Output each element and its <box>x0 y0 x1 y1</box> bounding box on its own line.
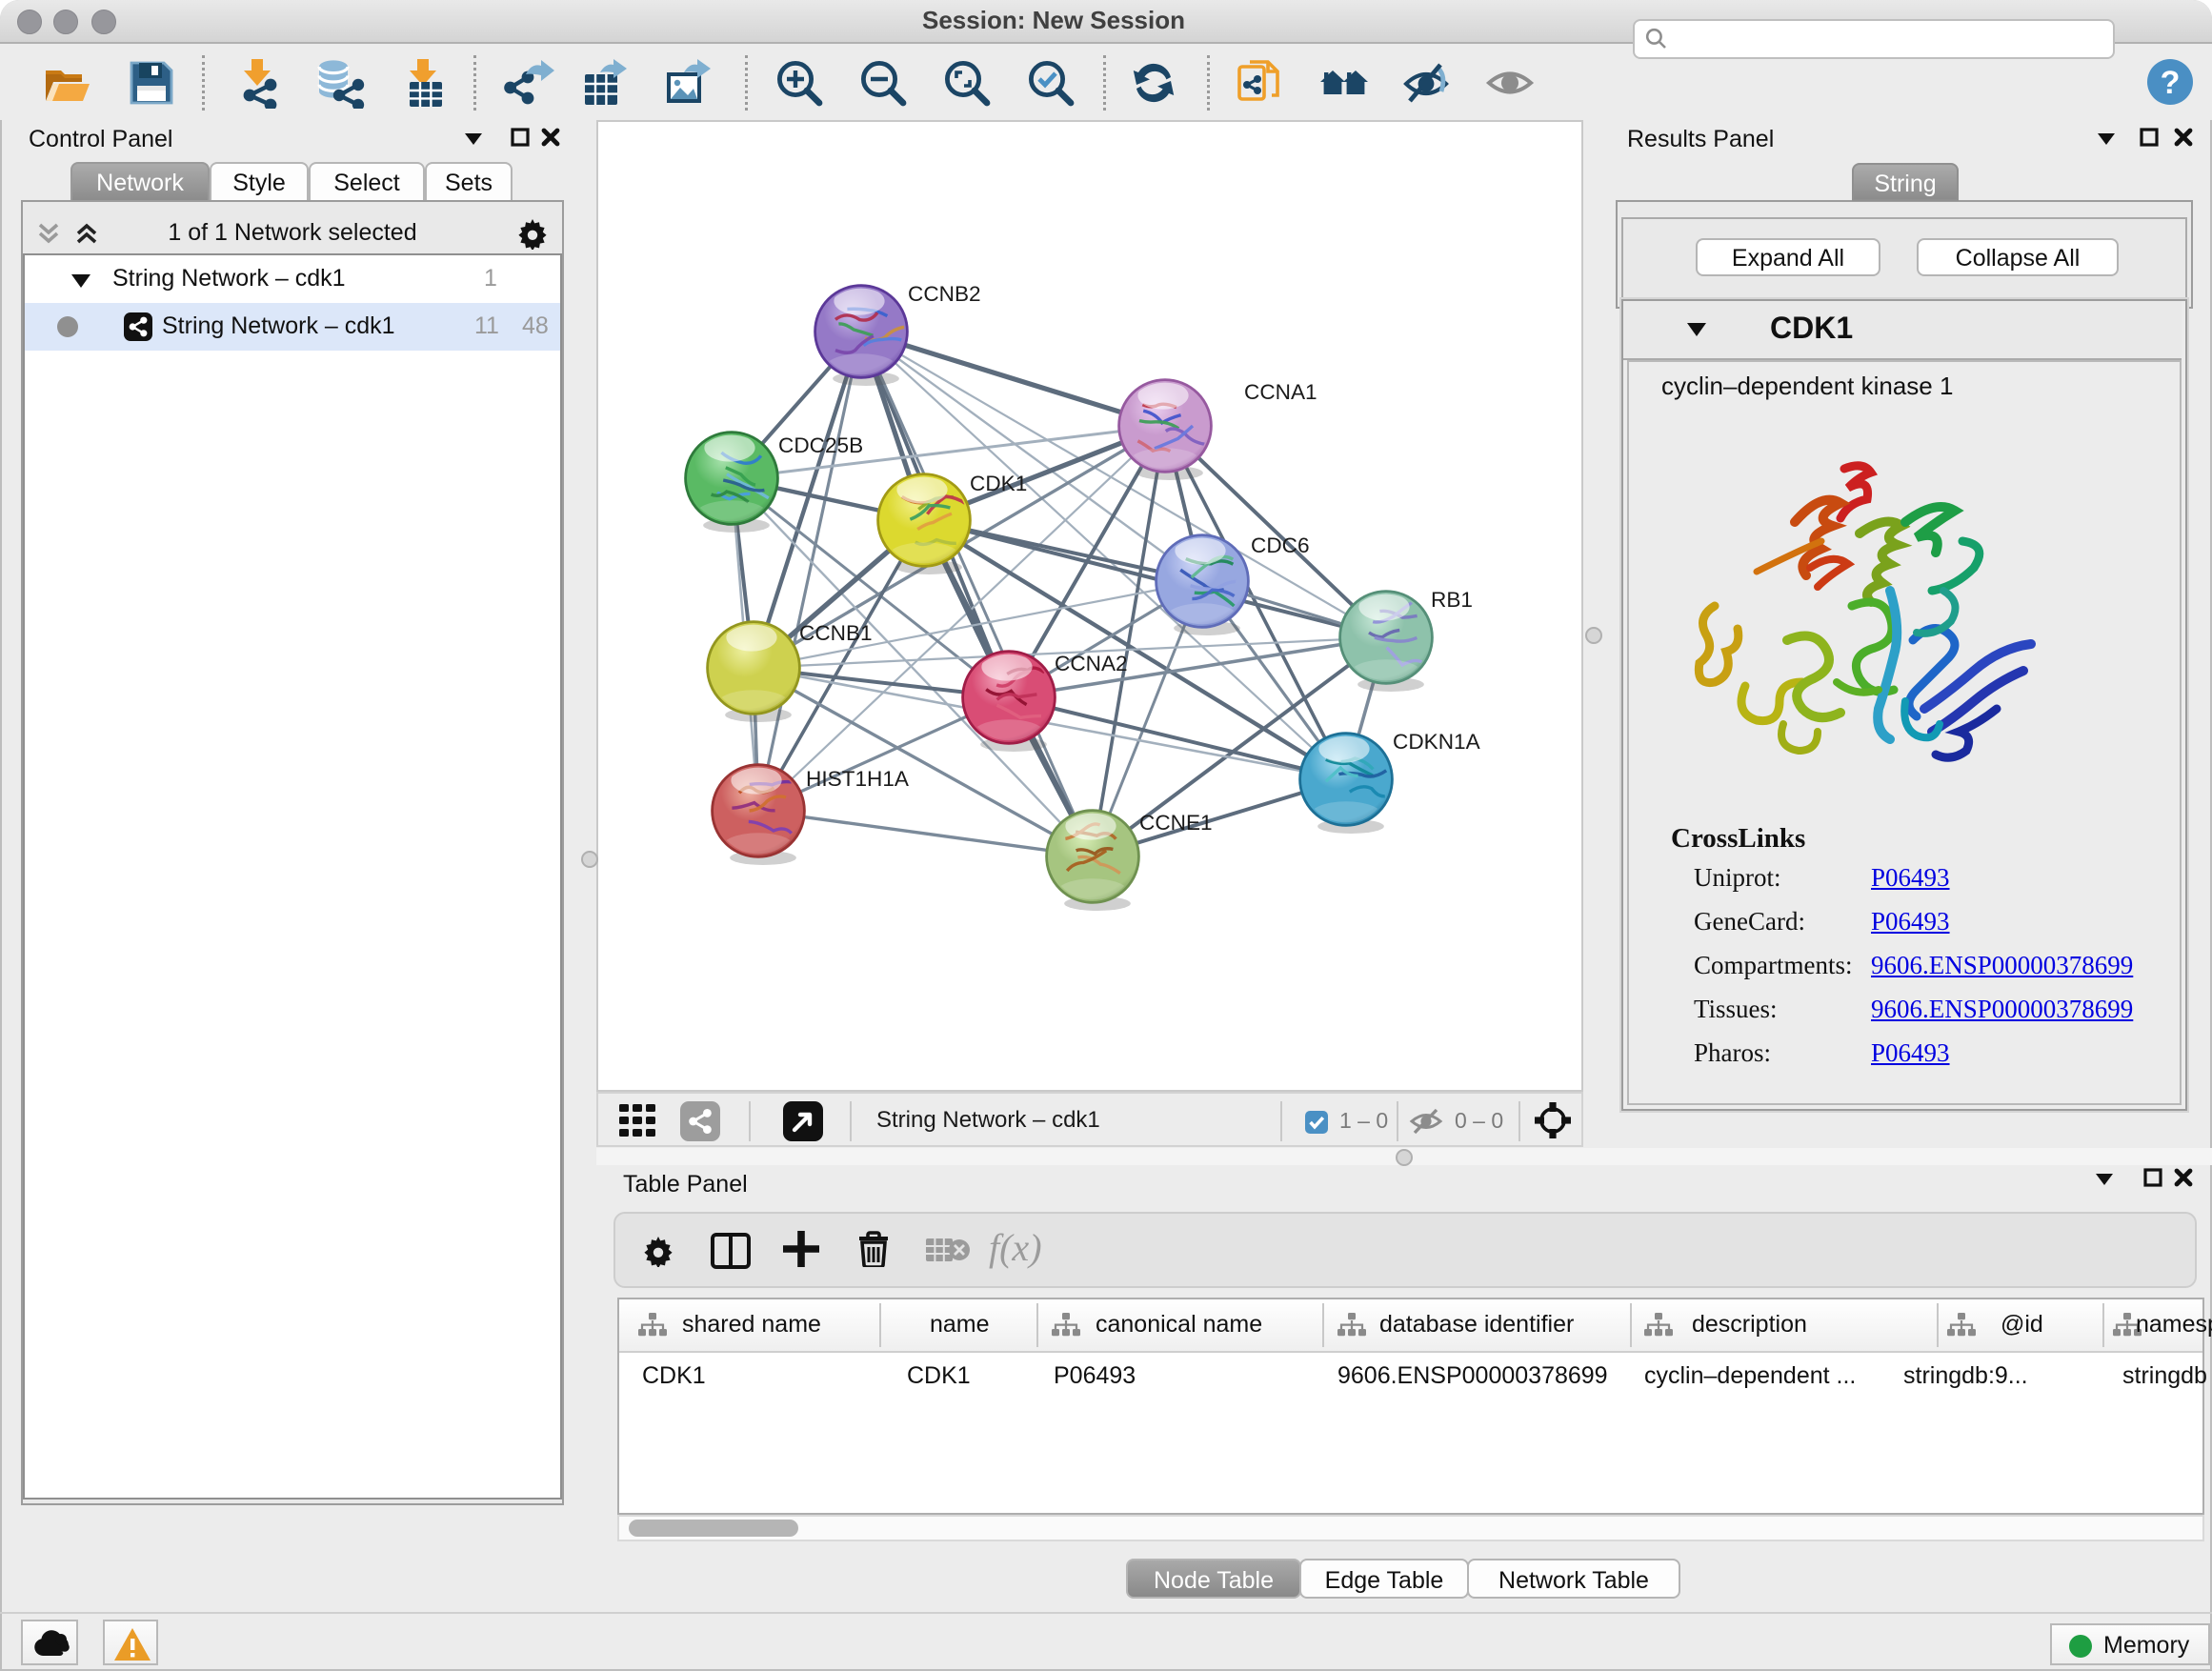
svg-text:?: ? <box>2161 65 2181 101</box>
svg-text:CCNA2: CCNA2 <box>1055 652 1128 675</box>
svg-text:CCNB2: CCNB2 <box>908 282 981 306</box>
svg-text:CDKN1A: CDKN1A <box>1393 730 1481 754</box>
svg-text:CCNA1: CCNA1 <box>1244 380 1317 404</box>
svg-text:CCNE1: CCNE1 <box>1139 811 1213 835</box>
svg-text:RB1: RB1 <box>1431 588 1473 612</box>
svg-text:CCNB1: CCNB1 <box>799 621 873 645</box>
svg-text:HIST1H1A: HIST1H1A <box>806 767 910 791</box>
svg-text:CDK1: CDK1 <box>970 472 1027 495</box>
svg-text:CDC6: CDC6 <box>1251 534 1310 557</box>
svg-text:CDC25B: CDC25B <box>778 433 863 457</box>
